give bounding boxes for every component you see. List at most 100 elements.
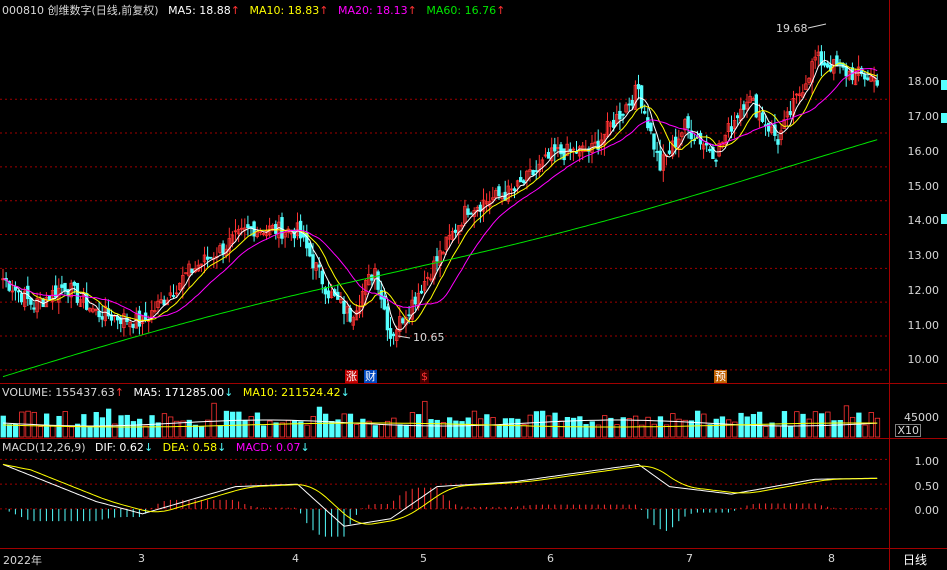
scroll-marker-mid[interactable] xyxy=(941,113,947,123)
candle-body xyxy=(391,333,396,337)
volume-bar xyxy=(50,425,56,438)
x-label-month: 7 xyxy=(686,552,693,565)
volume-bar xyxy=(322,413,329,438)
candle-body xyxy=(667,150,672,154)
volume-bar xyxy=(763,426,769,438)
volume-bar xyxy=(843,405,850,438)
price-axis: 18.00 17.00 16.00 15.00 14.00 13.00 12.0… xyxy=(889,0,947,384)
candle-body xyxy=(776,139,780,145)
volume-bar xyxy=(769,422,775,438)
volume-bar xyxy=(688,420,695,438)
separator-macd-axis xyxy=(0,548,947,549)
candle-body xyxy=(553,144,557,152)
candle-body xyxy=(419,290,424,294)
candle-body xyxy=(97,310,101,318)
price-tick: 12.00 xyxy=(907,284,940,297)
volume-bar xyxy=(397,424,403,438)
candle-body xyxy=(875,80,879,86)
price-tick: 14.00 xyxy=(907,214,940,227)
candle-body xyxy=(311,254,315,269)
volume-bar xyxy=(12,423,19,438)
x-label-month: 3 xyxy=(138,552,145,565)
candle-body xyxy=(788,111,793,116)
ma5-line xyxy=(2,59,878,331)
candle-body xyxy=(760,112,765,122)
high-price-label: 19.68 xyxy=(776,22,808,35)
candle-body xyxy=(249,226,253,229)
volume-bar xyxy=(614,424,620,438)
candle-body xyxy=(630,100,634,106)
volume-bar xyxy=(874,417,881,438)
volume-bar xyxy=(484,414,490,438)
volume-bar xyxy=(862,424,868,438)
volume-bar xyxy=(304,424,310,438)
volume-bar xyxy=(744,416,750,438)
price-tick: 16.00 xyxy=(907,145,940,158)
event-badge-yu[interactable]: 预 xyxy=(714,370,727,383)
separator-price-volume xyxy=(0,383,947,384)
event-badge-dividend[interactable]: $ xyxy=(420,370,429,383)
candle-body xyxy=(326,290,331,299)
volume-bar xyxy=(149,415,155,438)
candle-body xyxy=(655,151,659,153)
candle-body xyxy=(612,119,616,128)
volume-bar xyxy=(347,413,354,438)
volume-bar xyxy=(205,419,211,438)
candle-body xyxy=(407,314,411,317)
volume-bar xyxy=(391,417,397,438)
candle-body xyxy=(522,180,526,184)
candle-body xyxy=(562,148,566,161)
volume-bar xyxy=(341,413,347,438)
volume-bar xyxy=(719,416,726,438)
candle-body xyxy=(342,300,346,314)
candle-body xyxy=(646,117,650,129)
volume-bar xyxy=(217,425,223,438)
volume-bar xyxy=(713,418,719,438)
volume-bar xyxy=(136,418,143,438)
period-tab-daily[interactable]: 日线 xyxy=(903,551,927,568)
volume-bar xyxy=(477,418,484,438)
volume-bar xyxy=(812,411,819,438)
candle-body xyxy=(497,186,501,197)
candle-body xyxy=(376,271,380,290)
candle-body xyxy=(825,63,830,68)
volume-bar xyxy=(143,425,149,438)
candle-body xyxy=(221,243,225,255)
volume-bar xyxy=(87,426,93,438)
scroll-marker-bot[interactable] xyxy=(941,214,947,224)
scroll-marker-top[interactable] xyxy=(941,80,947,90)
volume-bar xyxy=(273,422,279,438)
kline-chart[interactable] xyxy=(0,0,947,570)
volume-bar xyxy=(37,426,44,438)
volume-bar xyxy=(428,419,434,438)
dea-line xyxy=(2,463,878,525)
event-badge-zhang[interactable]: 涨 xyxy=(345,370,358,383)
volume-bar xyxy=(788,425,794,438)
volume-bar xyxy=(310,415,316,438)
candle-body xyxy=(729,126,734,132)
separator-volume-macd xyxy=(0,438,947,439)
candle-body xyxy=(466,208,470,215)
candle-body xyxy=(674,136,678,148)
volume-bar xyxy=(248,416,254,438)
volume-bar xyxy=(490,417,496,438)
candle-body xyxy=(32,307,36,310)
macd-axis: 1.00 0.50 0.00 xyxy=(889,438,947,548)
ma10-line xyxy=(2,62,878,323)
volume-bar xyxy=(496,424,502,438)
price-tick: 18.00 xyxy=(907,75,940,88)
volume-bar xyxy=(682,419,688,438)
volume-bar xyxy=(130,421,137,438)
candle-body xyxy=(63,282,67,292)
volume-axis: 45000 X10 xyxy=(889,384,947,438)
candle-body xyxy=(131,323,135,328)
candle-body xyxy=(171,295,176,297)
candle-body xyxy=(822,62,827,66)
volume-bar xyxy=(124,414,130,438)
volume-bar xyxy=(223,410,230,438)
candle-body xyxy=(348,307,352,322)
event-badge-cai[interactable]: 财 xyxy=(364,370,377,383)
volume-bar xyxy=(825,411,831,438)
candle-body xyxy=(649,122,653,132)
volume-bar xyxy=(353,424,360,438)
